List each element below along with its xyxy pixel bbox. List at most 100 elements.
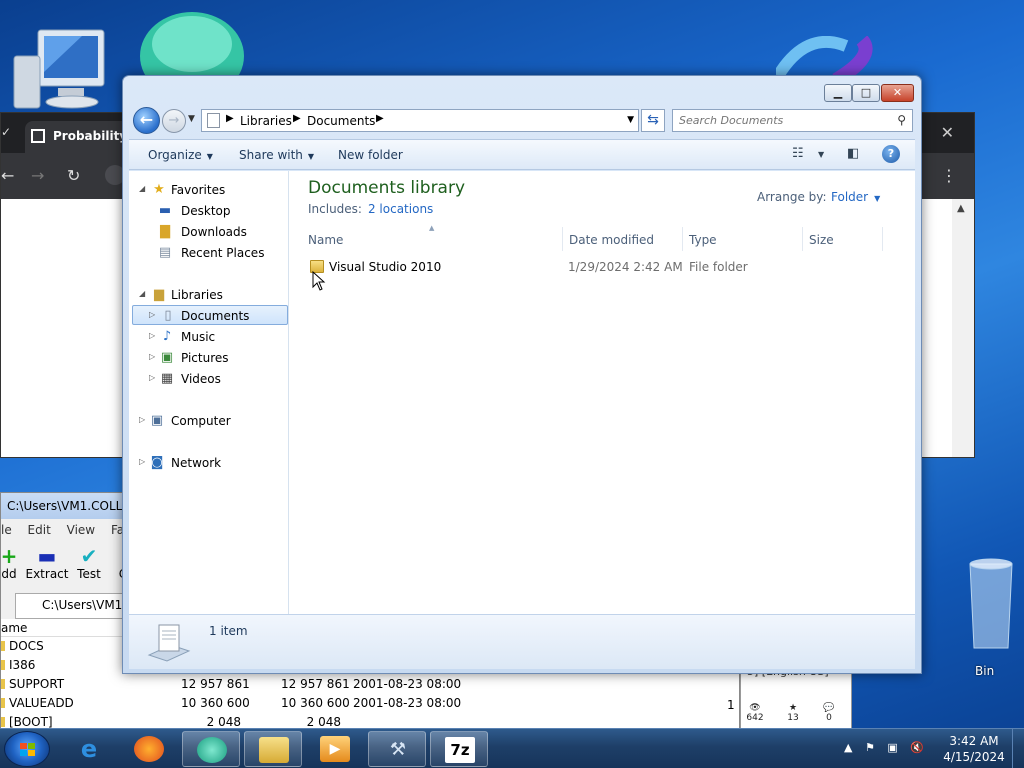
close-button[interactable]: ✕ <box>881 84 914 102</box>
internet-explorer-icon: e <box>80 735 98 763</box>
column-size[interactable]: Size <box>803 227 883 251</box>
taskbar-internet-explorer[interactable]: e <box>60 731 118 767</box>
recent-pages-dropdown-icon[interactable]: ▼ <box>188 114 195 124</box>
collapse-arrow-icon[interactable]: ◢ <box>139 184 145 193</box>
search-input[interactable] <box>679 111 879 130</box>
chrome-tab-chevron-icon[interactable]: ✓ <box>1 125 11 139</box>
column-date-modified[interactable]: Date modified <box>563 227 683 251</box>
breadcrumb-arrow-icon[interactable]: ▶ <box>376 113 384 124</box>
nav-network[interactable]: ▷ ◙ Network <box>133 453 283 473</box>
nav-downloads[interactable]: ▇ Downloads <box>133 222 283 242</box>
nav-favorites[interactable]: ◢ ★ Favorites <box>133 180 283 200</box>
taskbar-app[interactable] <box>182 731 240 767</box>
media-player-icon: ▶ <box>320 736 350 762</box>
breadcrumb-arrow-icon[interactable]: ▶ <box>293 113 301 124</box>
nav-pictures[interactable]: ▷ ▣ Pictures <box>133 348 283 368</box>
network-icon[interactable]: ▣ <box>887 741 897 754</box>
search-box[interactable]: ⚲ <box>672 109 913 132</box>
details-pane: 1 item <box>129 614 915 669</box>
preview-pane-icon[interactable]: ◧ <box>847 146 859 161</box>
file-row[interactable]: Visual Studio 2010 1/29/2024 2:42 AM Fil… <box>308 256 868 278</box>
clock-date: 4/15/2024 <box>943 750 1005 764</box>
nav-videos[interactable]: ▷ ▦ Videos <box>133 369 283 389</box>
expand-arrow-icon[interactable]: ▷ <box>149 373 155 382</box>
star-icon: ★ <box>788 703 798 713</box>
chrome-menu-icon[interactable]: ⋮ <box>941 166 957 185</box>
nav-label: Computer <box>171 414 231 428</box>
expand-arrow-icon[interactable]: ▷ <box>149 352 155 361</box>
side-number: 1 <box>727 698 735 712</box>
share-with-button[interactable]: Share with ▼ <box>239 148 314 162</box>
nav-label: Desktop <box>181 204 231 218</box>
search-icon[interactable]: ⚲ <box>897 113 906 127</box>
taskbar-media-player[interactable]: ▶ <box>306 731 364 767</box>
folder-icon <box>1 698 5 708</box>
menu-edit[interactable]: Edit <box>28 523 51 537</box>
back-button[interactable]: ← <box>133 107 160 134</box>
computer-desktop-icon[interactable] <box>12 28 108 112</box>
menu-file[interactable]: le <box>1 523 12 537</box>
taskbar-firefox[interactable] <box>120 731 178 767</box>
expand-arrow-icon[interactable]: ▷ <box>139 415 145 424</box>
help-icon[interactable]: ? <box>882 145 900 163</box>
nav-music[interactable]: ▷ ♪ Music <box>133 327 283 347</box>
breadcrumb-arrow-icon[interactable]: ▶ <box>226 113 234 124</box>
forward-icon[interactable]: → <box>31 166 44 185</box>
volume-muted-icon[interactable]: 🔇 <box>910 741 924 754</box>
nav-label: Libraries <box>171 288 223 302</box>
clock[interactable]: 3:42 AM 4/15/2024 <box>942 733 1006 765</box>
expand-arrow-icon[interactable]: ▷ <box>139 457 145 466</box>
flag-icon[interactable]: ⚑ <box>865 741 875 754</box>
scroll-up-icon[interactable]: ▲ <box>957 203 965 214</box>
taskbar-windows-explorer[interactable] <box>244 731 302 767</box>
collapse-arrow-icon[interactable]: ◢ <box>139 289 145 298</box>
extract-icon: ▬ <box>37 544 57 568</box>
arrange-by-dropdown[interactable]: Folder ▼ <box>831 190 880 204</box>
address-dropdown-icon[interactable]: ▼ <box>627 115 634 125</box>
taskbar-7zip[interactable]: 7z <box>430 731 488 767</box>
views-stat: 👁 642 <box>743 703 767 723</box>
breadcrumb-libraries[interactable]: Libraries <box>240 114 292 128</box>
column-type[interactable]: Type <box>683 227 803 251</box>
nav-recent-places[interactable]: ▤ Recent Places <box>133 243 283 263</box>
show-hidden-icon[interactable]: ▲ <box>844 741 852 754</box>
minimize-button[interactable]: ▁ <box>824 84 852 102</box>
taskbar-tool[interactable]: ⚒ <box>368 731 426 767</box>
refresh-button[interactable]: ⇆ <box>641 109 665 132</box>
add-label: dd <box>1 567 17 581</box>
chrome-scrollbar[interactable]: ▲ <box>952 199 974 457</box>
chrome-close-icon[interactable]: ✕ <box>941 123 954 142</box>
breadcrumb-documents[interactable]: Documents <box>307 114 375 128</box>
change-view-icon[interactable]: ☷ <box>792 146 804 161</box>
list-item[interactable]: VALUEADD 10 360 600 10 360 600 2001-08-23 0… <box>1 694 739 713</box>
forward-button[interactable]: → <box>162 109 186 133</box>
address-bar[interactable]: ▶ Libraries ▶ Documents ▶ ▼ <box>201 109 639 132</box>
organize-button[interactable]: Organize ▼ <box>148 148 213 162</box>
stars-stat: ★ 13 <box>781 703 805 723</box>
recycle-bin-icon[interactable] <box>962 550 1020 680</box>
item-count: 1 item <box>209 624 248 638</box>
maximize-button[interactable]: □ <box>852 84 880 102</box>
show-desktop-button[interactable] <box>1012 729 1024 768</box>
nav-documents[interactable]: ▷ ▯ Documents <box>132 305 288 325</box>
start-button[interactable] <box>4 731 50 767</box>
nav-libraries[interactable]: ◢ ▆ Libraries <box>133 285 283 305</box>
nav-computer[interactable]: ▷ ▣ Computer <box>133 411 283 431</box>
menu-view[interactable]: View <box>67 523 95 537</box>
extract-button[interactable]: ▬ Extract <box>25 545 69 581</box>
nav-desktop[interactable]: ▬ Desktop <box>133 201 283 221</box>
folder-icon <box>259 737 289 763</box>
back-icon[interactable]: ← <box>1 166 14 185</box>
new-folder-button[interactable]: New folder <box>338 148 403 162</box>
expand-arrow-icon[interactable]: ▷ <box>149 331 155 340</box>
chrome-tab[interactable]: Probability C <box>25 121 135 153</box>
expand-arrow-icon[interactable]: ▷ <box>149 310 155 319</box>
column-name[interactable]: Name <box>302 227 563 251</box>
view-options-dropdown-icon[interactable]: ▼ <box>818 150 824 159</box>
command-bar: Organize ▼ Share with ▼ New folder ☷ ▼ ◧ ? <box>129 139 915 170</box>
locations-link[interactable]: 2 locations <box>368 202 433 216</box>
reload-icon[interactable]: ↻ <box>67 166 80 185</box>
list-item[interactable]: SUPPORT 12 957 861 12 957 861 2001-08-23 08… <box>1 675 739 694</box>
computer-icon: ▣ <box>150 413 164 428</box>
clock-time: 3:42 AM <box>949 734 999 748</box>
